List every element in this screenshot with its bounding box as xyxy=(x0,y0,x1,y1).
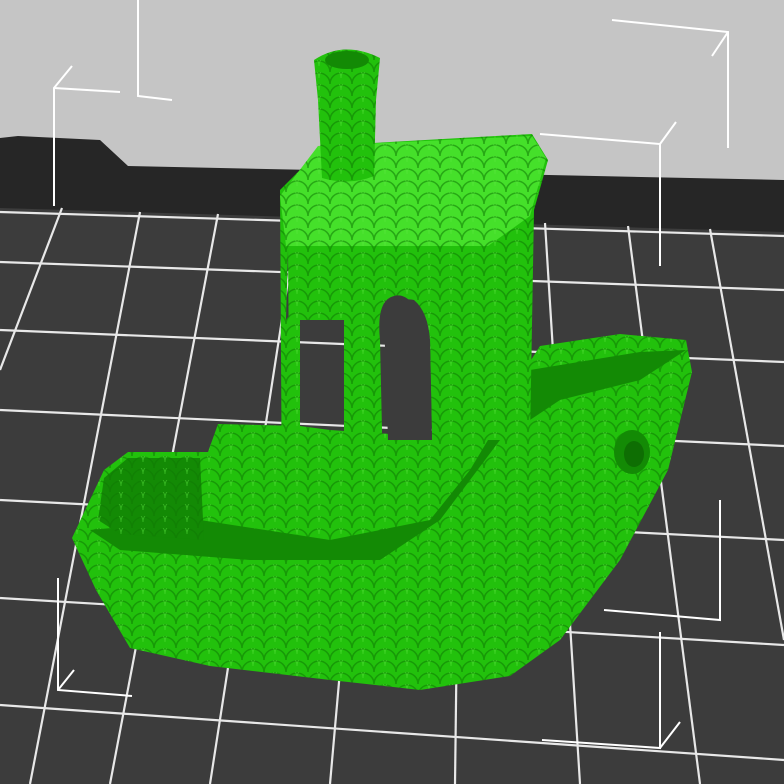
3d-viewport[interactable] xyxy=(0,0,784,784)
chimney-opening xyxy=(325,51,369,69)
porthole-inner xyxy=(624,441,644,467)
cabin-roof-texture xyxy=(280,136,546,246)
viewport-scene[interactable] xyxy=(0,0,784,784)
cabin-doorway xyxy=(384,299,432,440)
chimney-texture xyxy=(314,49,380,182)
stern-box-texture xyxy=(98,458,204,540)
